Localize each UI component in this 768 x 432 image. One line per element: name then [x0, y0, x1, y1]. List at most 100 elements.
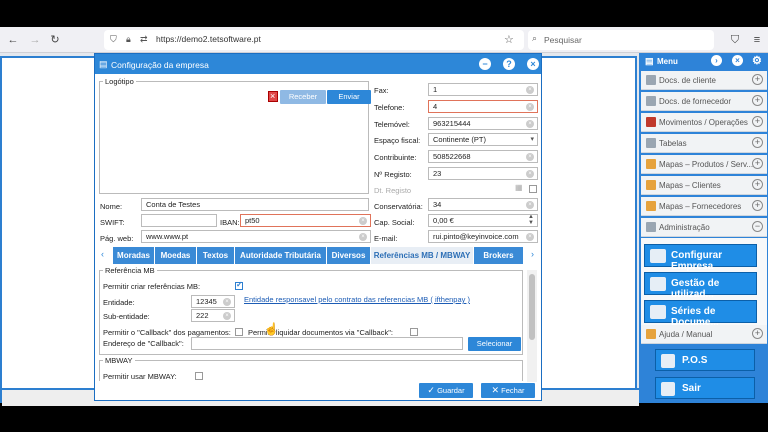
clear-icon[interactable]: ×	[359, 217, 367, 225]
registo-field[interactable]: 23 ×	[428, 167, 538, 180]
entidade-responsavel-link[interactable]: Entidade responsavel pelo contrato das r…	[244, 295, 470, 304]
callback-checkbox[interactable]	[235, 328, 243, 336]
mbway-group: MBWAY Permitir usar MBWAY:	[99, 356, 523, 381]
clear-icon[interactable]: ×	[223, 312, 231, 320]
tab-diversos[interactable]: Diversos	[327, 247, 371, 264]
menu-item-ajuda[interactable]: Ajuda / Manual +	[641, 325, 767, 344]
minimize-icon[interactable]: −	[479, 58, 491, 70]
tab-scrollbar[interactable]	[527, 270, 537, 382]
menu-item-mapas-produtos[interactable]: Mapas – Produtos / Serv... +	[641, 155, 767, 174]
calendar-icon[interactable]: ▦	[515, 183, 523, 192]
clear-icon[interactable]: ×	[526, 170, 534, 178]
menu-item-label: Tabelas	[659, 139, 687, 148]
email-label: E-mail:	[374, 234, 398, 243]
selecionar-button[interactable]: Selecionar	[468, 337, 521, 351]
plus-icon[interactable]: +	[752, 200, 763, 211]
reload-icon[interactable]: ↻	[48, 33, 62, 47]
pocket-icon[interactable]: ⛉	[728, 33, 742, 47]
close-icon[interactable]: ×	[732, 55, 743, 66]
tab-brokers[interactable]: Brokers Fatu...	[474, 247, 524, 264]
tab-autoridade-tributaria[interactable]: Autoridade Tributária	[235, 247, 327, 264]
contribuinte-field[interactable]: 508522668 ×	[428, 150, 538, 163]
search-input[interactable]: ⌕ Pesquisar	[528, 30, 714, 50]
tab-moradas[interactable]: Moradas	[113, 247, 155, 264]
address-bar[interactable]: ⛉ 🔒︎ ⇄ https://demo2.tetsoftware.pt ☆	[104, 30, 524, 50]
minus-icon[interactable]: −	[752, 221, 763, 232]
permitir-mbway-checkbox[interactable]	[195, 372, 203, 380]
menu-item-label: Mapas – Clientes	[659, 181, 721, 190]
menu-item-docs-cliente[interactable]: Docs. de cliente +	[641, 71, 767, 90]
sair-button[interactable]: Sair	[655, 377, 755, 399]
plus-icon[interactable]: +	[752, 158, 763, 169]
plus-icon[interactable]: +	[752, 137, 763, 148]
plus-icon[interactable]: +	[752, 328, 763, 339]
configurar-empresa-button[interactable]: Configurar Empresa	[644, 244, 757, 272]
close-icon[interactable]: ×	[527, 58, 539, 70]
menu-item-movimentos[interactable]: Movimentos / Operações +	[641, 113, 767, 132]
menu-item-tabelas[interactable]: Tabelas +	[641, 134, 767, 153]
menu-item-mapas-fornecedores[interactable]: Mapas – Fornecedores +	[641, 197, 767, 216]
gear-icon[interactable]: ⚙	[752, 54, 762, 67]
menu-item-label: Ajuda / Manual	[659, 330, 713, 339]
capsocial-field[interactable]: 0,00 € ▲ ▼	[428, 214, 538, 227]
delete-logo-button[interactable]: ×	[268, 91, 278, 102]
series-documentos-button[interactable]: Séries de Docume...	[644, 300, 757, 328]
clear-icon[interactable]: ×	[223, 298, 231, 306]
iban-field[interactable]: pt50 ×	[240, 214, 371, 227]
menu-item-docs-fornecedor[interactable]: Docs. de fornecedor +	[641, 92, 767, 111]
app-menu-icon[interactable]: ≡	[750, 33, 764, 47]
tab-referencias-mb[interactable]: Referências MB / MBWAY	[371, 247, 474, 264]
espaco-fiscal-select[interactable]: Continente (PT) ▾	[428, 133, 538, 146]
clear-icon[interactable]: ×	[359, 233, 367, 241]
back-icon[interactable]: ←	[6, 33, 20, 47]
tab-moedas[interactable]: Moedas	[155, 247, 197, 264]
plus-icon[interactable]: +	[752, 74, 763, 85]
entidade-field[interactable]: 12345 ×	[191, 295, 235, 308]
gestao-utilizadores-button[interactable]: Gestão de utilizad...	[644, 272, 757, 300]
plus-icon[interactable]: +	[752, 95, 763, 106]
clear-icon[interactable]: ×	[526, 103, 534, 111]
telefone-field[interactable]: 4 ×	[428, 100, 538, 113]
contribuinte-label: Contribuinte:	[374, 153, 417, 162]
fechar-button[interactable]: ✕ Fechar	[481, 383, 535, 398]
enviar-button[interactable]: Enviar	[327, 90, 371, 104]
telemovel-field[interactable]: 963215444 ×	[428, 117, 538, 130]
clear-icon[interactable]: ×	[526, 120, 534, 128]
document-icon	[646, 75, 656, 85]
subentidade-field[interactable]: 222 ×	[191, 309, 235, 322]
bookmark-star-icon[interactable]: ☆	[504, 33, 514, 46]
permitir-mb-checkbox[interactable]	[235, 280, 243, 290]
pos-button[interactable]: P.O.S	[655, 349, 755, 371]
company-icon	[650, 249, 666, 263]
clear-icon[interactable]: ×	[526, 86, 534, 94]
receber-button[interactable]: Receber	[280, 90, 326, 104]
table-icon	[646, 138, 656, 148]
guardar-button[interactable]: ✓ Guardar	[419, 383, 473, 398]
menu-item-administracao[interactable]: Administração −	[641, 218, 767, 237]
clear-icon[interactable]: ×	[526, 233, 534, 241]
pagweb-label: Pág. web:	[100, 234, 134, 243]
plus-icon[interactable]: +	[752, 116, 763, 127]
conservatoria-field[interactable]: 34 ×	[428, 198, 538, 211]
fax-field[interactable]: 1 ×	[428, 83, 538, 96]
clear-icon[interactable]: ×	[526, 153, 534, 161]
liquidar-checkbox[interactable]	[410, 328, 418, 336]
scrollbar-thumb[interactable]	[529, 274, 535, 340]
menu-item-mapas-clientes[interactable]: Mapas – Clientes +	[641, 176, 767, 195]
dtregisto-checkbox[interactable]	[529, 185, 537, 193]
tab-textos[interactable]: Textos	[197, 247, 235, 264]
arrow-right-icon[interactable]: ›	[711, 55, 722, 66]
tab-scroll-left-icon[interactable]: ‹	[101, 249, 104, 259]
pagweb-field[interactable]: www.www.pt ×	[141, 230, 371, 243]
email-field[interactable]: rui.pinto@keyinvoice.com ×	[428, 230, 538, 243]
endereco-callback-field[interactable]	[191, 337, 463, 350]
tab-scroll-right-icon[interactable]: ›	[531, 249, 534, 259]
nome-field[interactable]: Conta de Testes	[141, 198, 369, 211]
plus-icon[interactable]: +	[752, 179, 763, 190]
mbway-legend: MBWAY	[103, 356, 135, 365]
stepper-icon[interactable]: ▲ ▼	[528, 215, 534, 226]
help-icon[interactable]: ?	[503, 58, 515, 70]
swift-field[interactable]	[141, 214, 217, 227]
clear-icon[interactable]: ×	[526, 201, 534, 209]
forward-icon[interactable]: →	[28, 33, 42, 47]
